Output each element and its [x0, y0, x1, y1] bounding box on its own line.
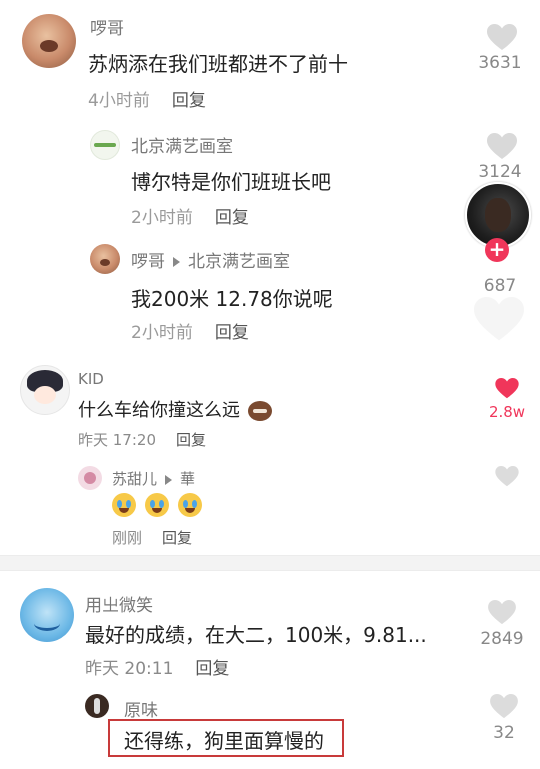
emoji-row — [112, 493, 206, 521]
comment-meta: 刚刚 回复 — [112, 527, 192, 548]
avatar[interactable] — [22, 14, 76, 68]
avatar[interactable] — [20, 365, 70, 415]
reply-button[interactable]: 回复 — [162, 529, 192, 547]
avatar[interactable] — [90, 130, 120, 160]
comment-username-line: 啰哥 北京满艺画室 — [131, 247, 290, 272]
comment-meta: 2小时前 回复 — [131, 318, 249, 343]
comment-username-line: 苏甜儿 華 — [112, 468, 195, 489]
comment-meta: 昨天 20:11 回复 — [85, 654, 229, 679]
reply-button[interactable]: 回复 — [215, 323, 249, 343]
like-count: 687 — [483, 276, 517, 296]
comment-time: 昨天 20:11 — [85, 659, 174, 679]
comment-text: 我200米 12.78你说呢 — [131, 287, 333, 311]
avatar[interactable] — [20, 588, 74, 642]
comment-text: 什么车给你撞这么远 — [78, 400, 240, 421]
like-heart-icon[interactable] — [487, 24, 517, 51]
like-heart-icon[interactable] — [487, 133, 517, 160]
like-count: 3631 — [478, 53, 522, 73]
comment-text-line: 什么车给你撞这么远 — [78, 396, 272, 422]
comment-meta: 昨天 17:20 回复 — [78, 429, 206, 450]
like-count: 2849 — [480, 629, 524, 649]
like-heart-icon[interactable] — [490, 694, 518, 719]
avatar-flower — [84, 472, 96, 484]
reply-button[interactable]: 回复 — [215, 208, 249, 228]
comment-text: 还得练，狗里面算慢的 — [124, 729, 324, 753]
comment-username[interactable]: 苏甜儿 — [112, 470, 157, 488]
reply-button[interactable]: 回复 — [195, 659, 229, 679]
avatar-figure — [94, 698, 100, 714]
like-count: 32 — [493, 723, 515, 743]
comment-time: 刚刚 — [112, 529, 143, 547]
plus-icon: + — [488, 237, 506, 261]
car-sticker-icon — [247, 401, 272, 421]
comment-username[interactable]: KID — [78, 370, 104, 388]
like-count: 2.8w — [488, 403, 526, 421]
avatar-logo — [94, 143, 116, 147]
comment-username[interactable]: 北京满艺画室 — [131, 132, 233, 157]
comment-username[interactable]: 啰哥 — [90, 14, 124, 39]
crying-laugh-emoji-icon — [145, 493, 170, 517]
avatar[interactable] — [78, 466, 102, 490]
comment-text: 苏炳添在我们班都进不了前十 — [88, 52, 348, 76]
comment-text: 博尔特是你们班班长吧 — [131, 170, 331, 194]
comment-time: 2小时前 — [131, 323, 193, 343]
reply-arrow-icon — [173, 257, 180, 267]
crying-laugh-emoji-icon — [112, 493, 136, 517]
comment-meta: 4小时前 回复 — [88, 86, 206, 111]
avatar-smile — [34, 616, 60, 631]
comment-username[interactable]: 用㞢微笑 — [85, 591, 153, 616]
avatar-nose — [40, 40, 58, 52]
reply-target[interactable]: 北京满艺画室 — [188, 252, 290, 272]
follow-button[interactable]: + — [485, 238, 509, 262]
avatar-face — [485, 198, 511, 232]
avatar[interactable] — [85, 694, 109, 718]
like-heart-icon[interactable] — [488, 600, 516, 625]
section-divider — [0, 555, 540, 571]
reply-button[interactable]: 回复 — [172, 91, 206, 111]
avatar[interactable] — [90, 244, 120, 274]
comment-time: 昨天 17:20 — [78, 431, 156, 449]
like-heart-icon[interactable] — [495, 466, 519, 487]
comment-text: 最好的成绩，在大二，100米，9.81... — [85, 623, 427, 647]
liked-heart-icon[interactable] — [495, 378, 519, 399]
avatar-face — [34, 386, 56, 404]
crying-laugh-emoji-icon — [178, 493, 203, 517]
comment-username[interactable]: 啰哥 — [131, 252, 165, 272]
comment-meta: 2小时前 回复 — [131, 203, 249, 228]
comment-username[interactable]: 原味 — [124, 696, 158, 721]
like-heart-icon[interactable] — [474, 297, 524, 342]
comment-time: 2小时前 — [131, 208, 193, 228]
reply-button[interactable]: 回复 — [176, 431, 206, 449]
avatar-nose — [100, 259, 110, 266]
like-count: 3124 — [478, 162, 522, 182]
reply-arrow-icon — [165, 474, 173, 485]
reply-target[interactable]: 華 — [180, 470, 195, 488]
comment-time: 4小时前 — [88, 91, 150, 111]
